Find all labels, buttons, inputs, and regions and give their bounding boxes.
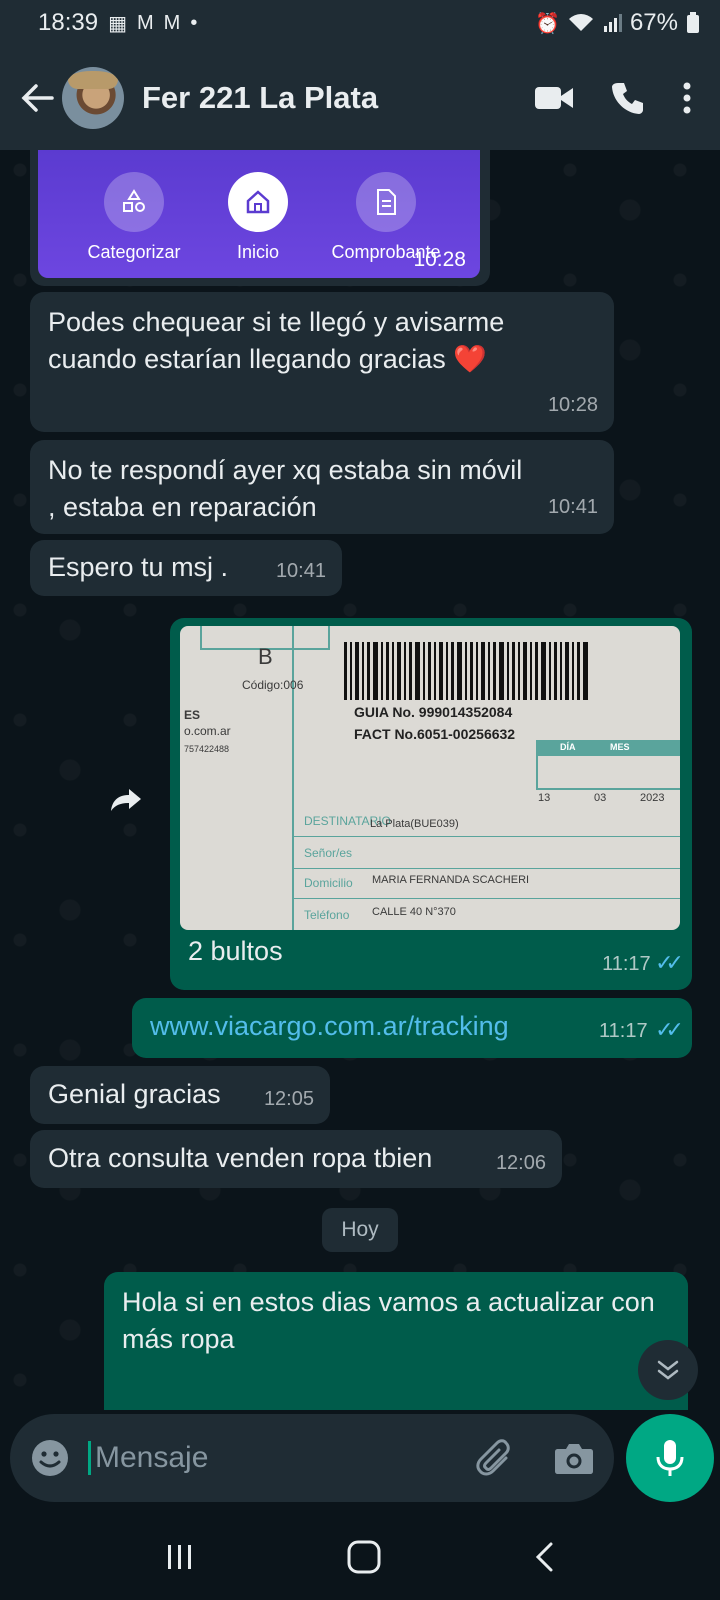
message-bubble[interactable]: Otra consulta venden ropa tbien 12:06 xyxy=(30,1130,562,1188)
message-bubble[interactable]: No te respondí ayer xq estaba sin móvil … xyxy=(30,440,614,534)
barcode xyxy=(344,642,588,700)
home-icon xyxy=(228,172,288,232)
message-time: 12:05 xyxy=(263,1088,314,1110)
scroll-to-bottom-button[interactable] xyxy=(638,1340,698,1400)
back-nav-icon[interactable] xyxy=(533,1541,555,1573)
message-time: 11:17 xyxy=(602,953,651,975)
double-chevron-down-icon xyxy=(657,1360,679,1380)
calendar-icon: ▦ xyxy=(108,12,127,35)
message-time: 12:06 xyxy=(495,1152,546,1174)
read-receipt-icon: ✓✓ xyxy=(655,950,684,975)
image-message[interactable]: Categorizar Inicio Comprobante 10:28 xyxy=(30,150,490,286)
tracking-link[interactable]: www.viacargo.com.ar/tracking xyxy=(150,1011,509,1041)
wifi-icon xyxy=(568,14,593,31)
chat-area[interactable]: Categorizar Inicio Comprobante 10:28 Pod… xyxy=(0,150,720,1410)
voice-message-button[interactable] xyxy=(626,1414,714,1502)
message-bubble[interactable]: www.viacargo.com.ar/tracking 11:17 ✓✓ xyxy=(132,998,692,1058)
message-text: Otra consulta venden ropa tbien xyxy=(48,1143,433,1173)
nav-item-inicio: Inicio xyxy=(188,172,328,263)
message-text: Genial gracias xyxy=(48,1079,221,1109)
dot-icon: • xyxy=(190,11,198,34)
gmail-icon: M xyxy=(163,11,181,34)
shapes-icon xyxy=(104,172,164,232)
arrow-left-icon xyxy=(21,84,54,112)
home-nav-icon[interactable] xyxy=(346,1539,382,1575)
message-text: Espero tu msj . xyxy=(48,552,229,582)
message-time: 11:17 xyxy=(599,1020,648,1042)
alarm-icon: ⏰ xyxy=(535,12,560,35)
battery-level: 67% xyxy=(629,9,678,36)
microphone-icon xyxy=(656,1440,684,1476)
status-bar: 18:39 ▦ M M • ⏰ 67% xyxy=(0,0,720,46)
back-button[interactable] xyxy=(12,68,62,128)
message-text: No te respondí ayer xq estaba sin móvil … xyxy=(48,455,523,522)
message-time: 10:28 xyxy=(413,248,466,271)
date-divider: Hoy xyxy=(322,1208,398,1252)
battery-icon xyxy=(687,12,699,33)
system-nav-bar xyxy=(0,1514,720,1600)
forward-icon xyxy=(111,789,141,811)
status-time: 18:39 xyxy=(38,9,99,36)
recent-apps-icon[interactable] xyxy=(165,1543,195,1571)
read-receipt-icon: ✓✓ xyxy=(655,1017,684,1042)
camera-icon[interactable] xyxy=(554,1441,594,1475)
gmail-icon: M xyxy=(136,11,154,34)
video-call-icon[interactable] xyxy=(534,84,574,112)
message-bubble[interactable]: Podes chequear si te llegó y avisarme cu… xyxy=(30,292,614,432)
emoji-icon[interactable] xyxy=(30,1438,70,1478)
contact-name[interactable]: Fer 221 La Plata xyxy=(142,80,378,116)
more-options-icon[interactable] xyxy=(682,81,692,115)
image-message[interactable]: B Código:006 ES o.com.ar 757422488 GUIA … xyxy=(170,618,692,990)
message-bubble[interactable]: Hola si en estos dias vamos a actualizar… xyxy=(104,1272,688,1410)
shipping-label-photo[interactable]: B Código:006 ES o.com.ar 757422488 GUIA … xyxy=(180,626,680,930)
forward-button[interactable] xyxy=(106,780,146,820)
attach-icon[interactable] xyxy=(476,1438,514,1478)
message-bubble[interactable]: Genial gracias 12:05 xyxy=(30,1066,330,1124)
avatar[interactable] xyxy=(62,67,124,129)
nav-item-categorizar: Categorizar xyxy=(64,172,204,263)
message-time: 10:28 xyxy=(547,394,598,416)
app-screenshot: Categorizar Inicio Comprobante 10:28 xyxy=(38,150,480,278)
message-bubble[interactable]: Espero tu msj . 10:41 xyxy=(30,540,342,596)
message-composer xyxy=(10,1414,614,1502)
phone-icon[interactable] xyxy=(610,80,646,116)
message-time: 10:41 xyxy=(275,560,326,582)
chat-header: Fer 221 La Plata xyxy=(0,46,720,150)
image-caption: 2 bultos xyxy=(188,936,283,966)
message-time: 10:41 xyxy=(547,496,598,518)
message-input[interactable] xyxy=(88,1441,438,1475)
message-text: Hola si en estos dias vamos a actualizar… xyxy=(122,1287,655,1354)
document-icon xyxy=(356,172,416,232)
signal-icon xyxy=(603,14,622,32)
message-text: Podes chequear si te llegó y avisarme cu… xyxy=(48,307,505,374)
